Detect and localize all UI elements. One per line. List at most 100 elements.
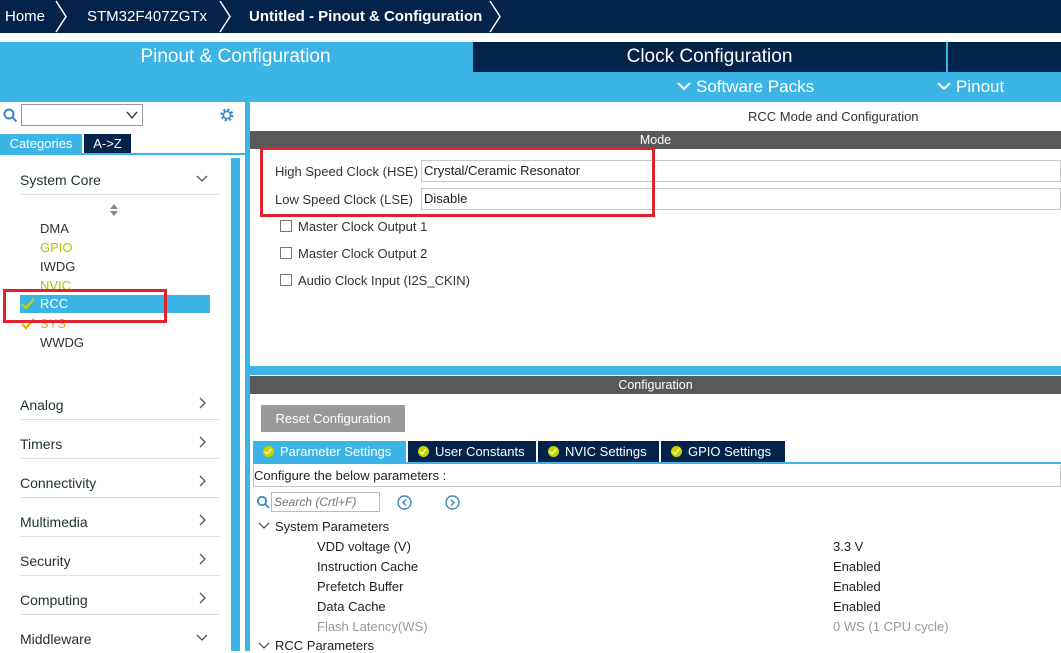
category-security[interactable]: Security xyxy=(20,553,71,569)
mco2-checkbox[interactable] xyxy=(280,247,292,259)
category-divider xyxy=(20,536,220,537)
chevron-right-icon[interactable] xyxy=(199,475,207,487)
breadcrumb-separator-icon xyxy=(55,0,67,33)
chevron-right-icon[interactable] xyxy=(199,397,207,409)
breadcrumb: Home STM32F407ZGTx Untitled - Pinout & C… xyxy=(0,0,1061,33)
tab-gpio-settings-label: GPIO Settings xyxy=(688,444,772,459)
peripheral-iwdg[interactable]: IWDG xyxy=(40,259,75,274)
tab-parameter-settings-label: Parameter Settings xyxy=(280,444,392,459)
category-analog[interactable]: Analog xyxy=(20,397,64,413)
chevron-down-icon[interactable] xyxy=(258,522,270,530)
category-divider xyxy=(20,194,220,195)
param-dcache-name: Data Cache xyxy=(317,599,386,614)
param-prefetch-value[interactable]: Enabled xyxy=(833,579,881,594)
category-divider xyxy=(20,497,220,498)
category-multimedia[interactable]: Multimedia xyxy=(20,514,88,530)
chevron-down-icon xyxy=(677,82,691,91)
category-divider xyxy=(20,458,220,459)
panel-title: RCC Mode and Configuration xyxy=(748,109,919,124)
chevron-down-icon[interactable] xyxy=(196,175,208,183)
param-vdd-name: VDD voltage (V) xyxy=(317,539,411,554)
category-middleware[interactable]: Middleware xyxy=(20,631,92,647)
breadcrumb-home[interactable]: Home xyxy=(5,0,45,33)
tab-nvic-settings[interactable]: NVIC Settings xyxy=(538,441,659,462)
chevron-down-icon[interactable] xyxy=(126,111,138,120)
breadcrumb-project[interactable]: Untitled - Pinout & Configuration xyxy=(249,0,482,33)
config-tab-underline xyxy=(253,462,1061,464)
category-system-core[interactable]: System Core xyxy=(20,172,101,188)
param-vdd-value[interactable]: 3.3 V xyxy=(833,539,863,554)
mco2-option[interactable]: Master Clock Output 2 xyxy=(280,246,427,261)
ok-icon xyxy=(671,446,682,457)
audio-clock-checkbox[interactable] xyxy=(280,274,292,286)
tab-user-constants[interactable]: User Constants xyxy=(408,441,536,462)
peripheral-wwdg[interactable]: WWDG xyxy=(40,335,84,350)
category-divider xyxy=(20,614,220,615)
configure-instructions: Configure the below parameters : xyxy=(253,465,1061,487)
tab-a-z[interactable]: A->Z xyxy=(84,134,131,153)
sort-icon[interactable] xyxy=(109,204,119,216)
mco1-option[interactable]: Master Clock Output 1 xyxy=(280,219,427,234)
param-icache-name: Instruction Cache xyxy=(317,559,419,574)
category-timers[interactable]: Timers xyxy=(20,436,62,452)
peripheral-dma[interactable]: DMA xyxy=(40,221,69,236)
highlight-box-clock-source xyxy=(260,147,655,217)
search-icon xyxy=(3,108,18,123)
category-divider xyxy=(20,575,220,576)
chevron-down-icon xyxy=(937,82,951,91)
pinout-label: Pinout xyxy=(956,77,1005,96)
mco2-label: Master Clock Output 2 xyxy=(298,246,428,261)
parameter-search-input[interactable] xyxy=(271,492,380,512)
tab-gpio-settings[interactable]: GPIO Settings xyxy=(661,441,785,462)
chevron-down-icon[interactable] xyxy=(196,634,208,642)
reset-configuration-button[interactable]: Reset Configuration xyxy=(261,405,405,432)
chevron-right-icon[interactable] xyxy=(199,436,207,448)
tab-parameter-settings[interactable]: Parameter Settings xyxy=(253,441,406,462)
ok-icon xyxy=(548,446,559,457)
tab-categories[interactable]: Categories xyxy=(0,134,82,153)
param-flash-latency-name: Flash Latency(WS) xyxy=(317,619,428,634)
breadcrumb-separator-icon xyxy=(219,0,231,33)
mco1-label: Master Clock Output 1 xyxy=(298,219,428,234)
sidebar-scrollbar[interactable] xyxy=(231,158,240,651)
category-divider xyxy=(20,419,220,420)
breadcrumb-separator-icon xyxy=(489,0,501,33)
next-result-icon[interactable] xyxy=(445,495,460,510)
category-computing[interactable]: Computing xyxy=(20,592,88,608)
software-packs-menu[interactable]: Software Packs xyxy=(677,72,814,102)
main-tab-bar: Pinout & Configuration Clock Configurati… xyxy=(0,42,1061,72)
breadcrumb-device[interactable]: STM32F407ZGTx xyxy=(87,0,207,33)
audio-clock-label: Audio Clock Input (I2S_CKIN) xyxy=(298,273,470,288)
param-prefetch-name: Prefetch Buffer xyxy=(317,579,404,594)
search-combo[interactable] xyxy=(21,104,143,126)
param-flash-latency-value: 0 WS (1 CPU cycle) xyxy=(833,619,949,634)
highlight-box-rcc xyxy=(3,289,167,323)
ok-icon xyxy=(418,446,429,457)
configuration-header: Configuration xyxy=(250,376,1061,394)
peripheral-gpio[interactable]: GPIO xyxy=(40,240,73,255)
tab-pinout-configuration[interactable]: Pinout & Configuration xyxy=(0,42,471,72)
pinout-menu[interactable]: Pinout xyxy=(937,72,1004,102)
mco1-checkbox[interactable] xyxy=(280,220,292,232)
chevron-down-icon[interactable] xyxy=(258,642,270,650)
ok-icon xyxy=(263,446,274,457)
system-parameters-group[interactable]: System Parameters xyxy=(275,519,389,534)
sidebar-tab-underline xyxy=(0,153,245,155)
sub-tab-bar: Software Packs Pinout xyxy=(0,72,1061,102)
param-icache-value[interactable]: Enabled xyxy=(833,559,881,574)
vertical-splitter[interactable] xyxy=(250,366,1061,375)
chevron-right-icon[interactable] xyxy=(199,592,207,604)
software-packs-label: Software Packs xyxy=(696,77,815,96)
previous-result-icon[interactable] xyxy=(397,495,412,510)
search-icon xyxy=(256,495,270,509)
param-dcache-value[interactable]: Enabled xyxy=(833,599,881,614)
tab-user-constants-label: User Constants xyxy=(435,444,525,459)
tab-clock-configuration[interactable]: Clock Configuration xyxy=(473,42,946,72)
category-connectivity[interactable]: Connectivity xyxy=(20,475,96,491)
tab-nvic-settings-label: NVIC Settings xyxy=(565,444,647,459)
chevron-right-icon[interactable] xyxy=(199,553,207,565)
gear-icon[interactable] xyxy=(218,106,236,124)
audio-clock-option[interactable]: Audio Clock Input (I2S_CKIN) xyxy=(280,273,470,288)
tab-extra[interactable] xyxy=(948,42,1061,72)
chevron-right-icon[interactable] xyxy=(199,514,207,526)
